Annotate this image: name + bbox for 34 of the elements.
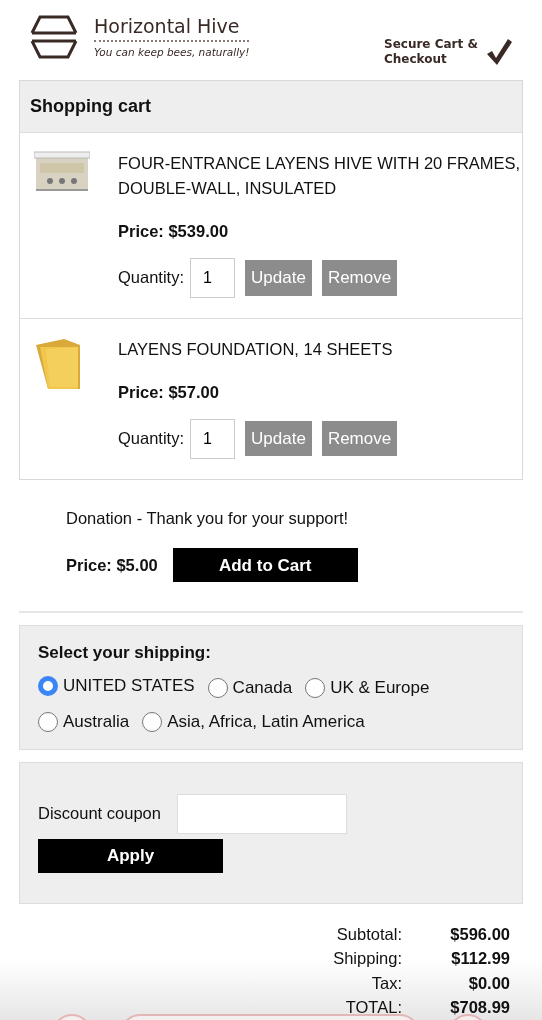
product-price: Price: $539.00: [118, 221, 230, 242]
apply-button[interactable]: Apply: [38, 838, 223, 873]
donation-price: Price: $5.00: [66, 554, 158, 576]
quantity-field[interactable]: 1: [190, 257, 236, 298]
total-value: $708.99: [449, 997, 510, 1019]
product-name: LAYENS FOUNDATION, 14 SHEETS: [118, 338, 394, 360]
total-label: Shipping:: [332, 948, 402, 970]
quantity-field[interactable]: 1: [190, 418, 236, 459]
total-value: $0.00: [467, 972, 510, 994]
shipping-option[interactable]: Australia: [38, 709, 130, 735]
donation-text: Donation - Thank you for your support!: [66, 507, 350, 529]
tagline: You can keep bees, naturally!: [94, 40, 250, 61]
secure-checkout-label: Secure Cart & Checkout: [384, 36, 479, 67]
shipping-option[interactable]: UK & Europe: [305, 674, 430, 701]
product-name: FOUR-ENTRANCE LAYENS HIVE WITH 20 FRAMES, DOUBLE-WALL, INSULATED: [118, 153, 522, 199]
add-to-cart-button[interactable]: Add to Cart: [172, 548, 358, 583]
coupon-field[interactable]: [176, 793, 347, 834]
hive-logo-icon: [30, 15, 78, 59]
panel-title: Shopping cart: [20, 81, 522, 133]
quantity-label: Quantity:: [118, 428, 185, 450]
quantity-label: Quantity:: [118, 267, 185, 289]
total-label: Subtotal:: [335, 923, 402, 945]
total-label: TOTAL:: [344, 997, 402, 1019]
shipping-title: Select your shipping:: [38, 642, 212, 665]
total-value: $112.99: [450, 948, 510, 970]
coupon-label: Discount coupon: [38, 803, 161, 825]
total-label: Tax:: [370, 972, 402, 994]
brand-name: Horizontal Hive: [94, 15, 241, 37]
total-value: $596.00: [449, 923, 510, 945]
shipping-option[interactable]: Canada: [207, 674, 293, 701]
shipping-option[interactable]: Asia, Africa, Latin America: [142, 709, 365, 735]
checkmark-icon: [486, 37, 512, 66]
product-price: Price: $57.00: [118, 381, 220, 403]
shipping-option[interactable]: UNITED STATES: [38, 671, 195, 701]
